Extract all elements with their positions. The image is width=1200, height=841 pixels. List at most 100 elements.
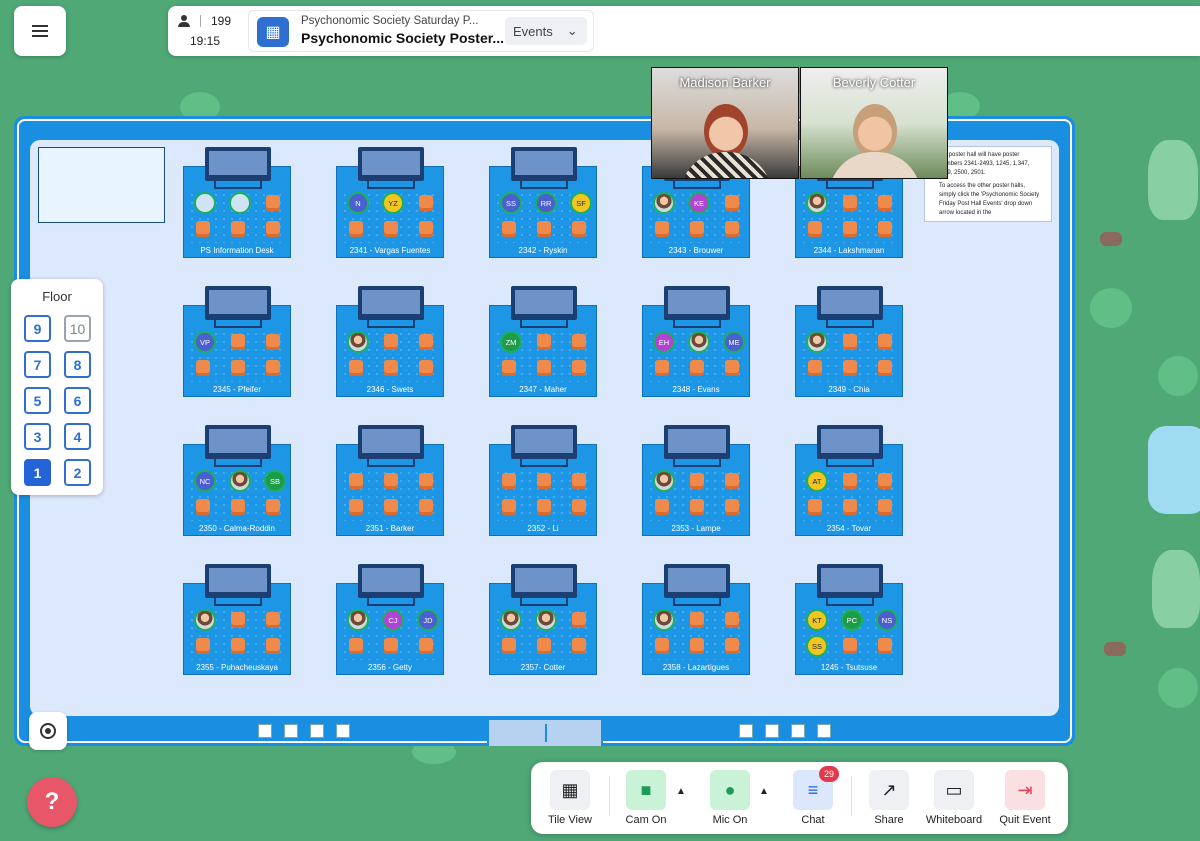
video-tile[interactable]: Madison Barker	[651, 67, 799, 179]
booth-seat[interactable]	[725, 221, 739, 237]
attendee-avatar[interactable]	[535, 609, 557, 631]
booth-seat[interactable]	[572, 638, 586, 654]
poster-screen[interactable]	[358, 286, 424, 320]
booth-seat[interactable]	[843, 638, 857, 654]
attendee-avatar[interactable]	[806, 192, 828, 214]
booth-seat[interactable]	[878, 360, 892, 376]
poster-screen[interactable]	[511, 286, 577, 320]
booth-seat[interactable]	[690, 612, 704, 628]
booth-seat[interactable]	[572, 612, 586, 628]
booth-seat[interactable]	[266, 612, 280, 628]
booth-seat[interactable]	[266, 638, 280, 654]
attendee-avatar[interactable]: SS	[500, 192, 522, 214]
floor-button-5[interactable]: 5	[24, 387, 51, 414]
poster-booth[interactable]: AT 2354 - Tovar	[795, 425, 903, 536]
attendee-avatar[interactable]	[229, 470, 251, 492]
room-door[interactable]	[487, 720, 603, 746]
booth-seat[interactable]	[231, 334, 245, 350]
booth-seat[interactable]	[808, 499, 822, 515]
booth-seat[interactable]	[419, 195, 433, 211]
attendee-avatar[interactable]: ZM	[500, 331, 522, 353]
booth-seat[interactable]	[572, 473, 586, 489]
booth-seat[interactable]	[231, 612, 245, 628]
poster-screen[interactable]	[664, 286, 730, 320]
floor-button-9[interactable]: 9	[24, 315, 51, 342]
booth-seat[interactable]	[502, 473, 516, 489]
booth-seat[interactable]	[384, 334, 398, 350]
booth-seat[interactable]	[419, 499, 433, 515]
attendee-avatar[interactable]	[500, 609, 522, 631]
poster-screen[interactable]	[664, 564, 730, 598]
attendee-avatar[interactable]: ME	[723, 331, 745, 353]
attendee-avatar[interactable]: EH	[653, 331, 675, 353]
events-dropdown[interactable]: Events ⌄	[505, 17, 587, 45]
booth-seat[interactable]	[655, 638, 669, 654]
attendee-avatar[interactable]	[688, 331, 710, 353]
booth-seat[interactable]	[196, 499, 210, 515]
booth-seat[interactable]	[537, 499, 551, 515]
booth-seat[interactable]	[808, 221, 822, 237]
booth-seat[interactable]	[384, 360, 398, 376]
mic-options-caret-icon[interactable]: ▲	[759, 786, 769, 797]
poster-booth[interactable]: 2351 - Barker	[336, 425, 444, 536]
booth-seat[interactable]	[690, 499, 704, 515]
booth-seat[interactable]	[725, 195, 739, 211]
booth-seat[interactable]	[725, 473, 739, 489]
booth-seat[interactable]	[725, 638, 739, 654]
booth-seat[interactable]	[572, 334, 586, 350]
poster-booth[interactable]: 2353 - Lampe	[642, 425, 750, 536]
floor-button-3[interactable]: 3	[24, 423, 51, 450]
cam-on-button[interactable]: ■ Cam On	[616, 770, 676, 826]
booth-seat[interactable]	[349, 473, 363, 489]
poster-screen[interactable]	[511, 425, 577, 459]
poster-booth[interactable]: PS Information Desk	[183, 147, 291, 258]
poster-screen[interactable]	[511, 564, 577, 598]
poster-booth[interactable]: 2349 - Chia	[795, 286, 903, 397]
booth-seat[interactable]	[690, 221, 704, 237]
floor-button-6[interactable]: 6	[64, 387, 91, 414]
booth-seat[interactable]	[266, 360, 280, 376]
booth-seat[interactable]	[843, 195, 857, 211]
poster-booth[interactable]: 2357- Cotter	[489, 564, 597, 675]
quit-event-button[interactable]: ⇥ Quit Event	[995, 770, 1055, 826]
booth-seat[interactable]	[196, 360, 210, 376]
attendee-avatar[interactable]	[653, 470, 675, 492]
attendee-avatar[interactable]	[653, 609, 675, 631]
poster-screen[interactable]	[358, 425, 424, 459]
booth-seat[interactable]	[725, 360, 739, 376]
menu-button[interactable]	[14, 6, 66, 56]
attendee-avatar[interactable]: VP	[194, 331, 216, 353]
poster-booth[interactable]: 2346 - Swets	[336, 286, 444, 397]
booth-seat[interactable]	[808, 360, 822, 376]
booth-seat[interactable]	[843, 221, 857, 237]
booth-seat[interactable]	[384, 499, 398, 515]
booth-seat[interactable]	[537, 334, 551, 350]
attendee-avatar[interactable]: RR	[535, 192, 557, 214]
poster-booth[interactable]: 2355 - Puhacheuskaya	[183, 564, 291, 675]
booth-seat[interactable]	[878, 334, 892, 350]
booth-seat[interactable]	[572, 499, 586, 515]
booth-seat[interactable]	[878, 638, 892, 654]
poster-screen[interactable]	[205, 564, 271, 598]
booth-seat[interactable]	[349, 221, 363, 237]
booth-seat[interactable]	[572, 221, 586, 237]
booth-seat[interactable]	[537, 221, 551, 237]
booth-seat[interactable]	[655, 221, 669, 237]
poster-booth[interactable]: 2358 - Lazartigues	[642, 564, 750, 675]
booth-seat[interactable]	[384, 473, 398, 489]
booth-seat[interactable]	[878, 473, 892, 489]
floor-button-10[interactable]: 10	[64, 315, 91, 342]
booth-seat[interactable]	[231, 221, 245, 237]
attendee-avatar[interactable]: SS	[806, 635, 828, 657]
video-tile[interactable]: Beverly Cotter	[800, 67, 948, 179]
booth-seat[interactable]	[231, 499, 245, 515]
booth-seat[interactable]	[231, 360, 245, 376]
poster-screen[interactable]	[358, 147, 424, 181]
floor-button-7[interactable]: 7	[24, 351, 51, 378]
booth-seat[interactable]	[419, 221, 433, 237]
booth-seat[interactable]	[419, 360, 433, 376]
poster-booth[interactable]: KE 2343 - Brouwer	[642, 147, 750, 258]
booth-seat[interactable]	[419, 473, 433, 489]
booth-seat[interactable]	[690, 473, 704, 489]
attendee-avatar[interactable]: SF	[570, 192, 592, 214]
